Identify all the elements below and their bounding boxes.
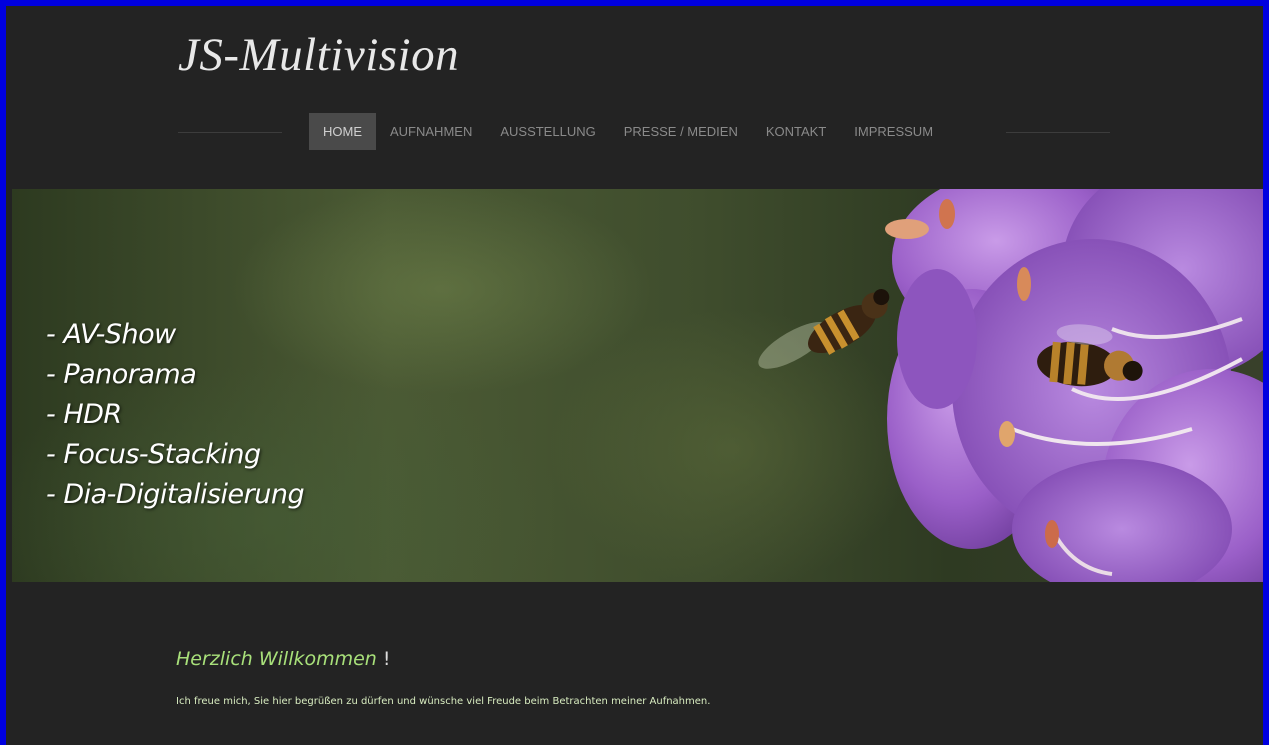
hero-line-hdr: - HDR (46, 399, 122, 430)
hero-line-dia-digitalisierung: - Dia-Digitalisierung (46, 479, 305, 510)
welcome-heading: Herzlich Willkommen ! (176, 648, 391, 670)
nav-item-home[interactable]: HOME (309, 113, 376, 150)
hero-banner: - AV-Show - Panorama - HDR - Focus-Stack… (12, 189, 1263, 582)
nav-item-kontakt[interactable]: KONTAKT (752, 113, 840, 150)
site-title[interactable]: JS-Multivision (178, 28, 459, 82)
welcome-heading-suffix: ! (376, 648, 391, 670)
main-nav: HOME AUFNAHMEN AUSSTELLUNG PRESSE / MEDI… (309, 113, 947, 150)
nav-item-impressum[interactable]: IMPRESSUM (840, 113, 947, 150)
hero-line-panorama: - Panorama (46, 359, 197, 390)
nav-item-ausstellung[interactable]: AUSSTELLUNG (486, 113, 609, 150)
hero-service-list: - AV-Show - Panorama - HDR - Focus-Stack… (46, 315, 305, 515)
nav-item-presse-medien[interactable]: PRESSE / MEDIEN (610, 113, 752, 150)
nav-item-aufnahmen[interactable]: AUFNAHMEN (376, 113, 486, 150)
page-frame: JS-Multivision HOME AUFNAHMEN AUSSTELLUN… (6, 6, 1263, 745)
nav-divider-right (1006, 132, 1110, 133)
hero-line-av-show: - AV-Show (46, 319, 176, 350)
hero-line-focus-stacking: - Focus-Stacking (46, 439, 261, 470)
flying-bee (758, 289, 890, 369)
welcome-heading-text: Herzlich Willkommen (176, 648, 377, 670)
nav-divider-left (178, 132, 282, 133)
welcome-text: Ich freue mich, Sie hier begrüßen zu dür… (176, 696, 711, 707)
